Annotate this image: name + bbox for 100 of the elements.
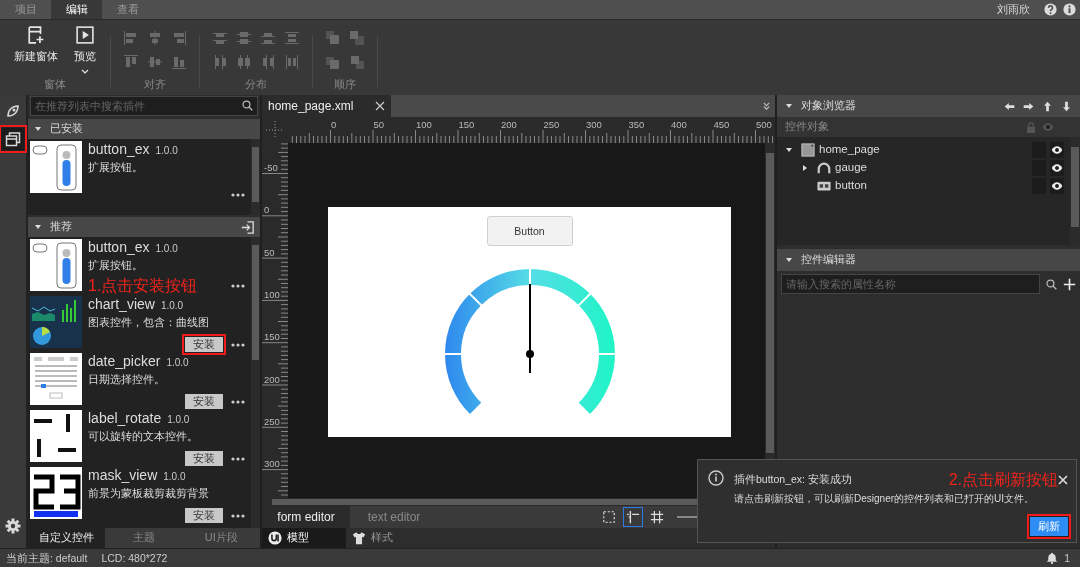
ruler-label: 400 [671, 119, 687, 130]
guides-tool[interactable] [623, 507, 643, 527]
ruler-label: 300 [264, 458, 280, 470]
search-icon[interactable] [242, 100, 253, 111]
plugin-description: 图表控件，包含：曲线图 [88, 316, 210, 330]
plugin-version: 1.0.0 [163, 471, 186, 483]
new-window-icon [27, 26, 45, 44]
section-title: 推荐 [50, 220, 72, 234]
more-icon[interactable] [231, 284, 245, 288]
tree-label[interactable]: gauge [835, 161, 867, 175]
thermometer-thumbnail [30, 141, 82, 193]
arrow-down-icon[interactable] [1061, 100, 1072, 112]
help-icon[interactable] [1044, 3, 1057, 16]
import-icon[interactable] [241, 220, 254, 234]
section-header[interactable]: 推荐 [28, 217, 260, 237]
button-icon [817, 179, 831, 193]
plugin-description: 扩展按钮。 [88, 161, 144, 175]
ruler-label: 200 [264, 373, 280, 385]
expand-icon[interactable] [801, 164, 809, 172]
add-button[interactable] [1063, 277, 1076, 291]
callout-text: 1.点击安装按钮 [88, 277, 198, 295]
more-icon[interactable] [231, 513, 245, 518]
more-icon[interactable] [231, 193, 245, 197]
more-icon[interactable] [231, 399, 245, 404]
visibility-toggle[interactable] [1050, 142, 1064, 158]
group-label: 顺序 [334, 78, 356, 93]
chevron-icon[interactable] [762, 101, 771, 111]
visibility-toggle[interactable] [1050, 178, 1064, 194]
tree-label[interactable]: button [835, 179, 867, 193]
close-icon[interactable] [375, 101, 386, 111]
eye-icon [1051, 144, 1063, 156]
calendar-thumbnail [30, 353, 82, 405]
widgets-icon [5, 131, 21, 147]
expand-icon[interactable] [34, 223, 42, 231]
search-icon[interactable] [1046, 278, 1057, 290]
editor-tab[interactable]: form editor [262, 506, 350, 528]
settings-icon [5, 518, 21, 534]
install-button[interactable]: 安装 [185, 508, 223, 523]
ruler-label: 0 [331, 119, 337, 130]
rotated-text-thumbnail [30, 410, 82, 462]
ruler-label: 150 [458, 119, 475, 130]
guides-icon [626, 510, 640, 524]
plugin-description: 扩展按钮。 [88, 259, 144, 273]
model-icon [268, 531, 282, 545]
close-icon[interactable] [1058, 474, 1068, 485]
preview-button[interactable]: 预览 [72, 26, 98, 74]
plugin-name: chart_view [88, 296, 155, 313]
visibility-toggle[interactable] [1050, 160, 1064, 176]
thermometer-thumbnail [30, 239, 82, 291]
new-window-button[interactable]: 新建窗体 [12, 26, 60, 74]
ruler-label: 450 [713, 119, 730, 130]
tree-label[interactable]: home_page [819, 143, 880, 157]
more-icon[interactable] [231, 456, 245, 461]
grid-icon [650, 510, 664, 524]
style-icon [352, 531, 366, 545]
install-button[interactable]: 安装 [185, 394, 223, 409]
ruler-label: 100 [416, 119, 432, 130]
preview-button[interactable]: Button [486, 216, 573, 246]
expand-icon[interactable] [34, 125, 42, 133]
user-name: 刘雨欣 [997, 2, 1030, 17]
expand-icon[interactable] [785, 146, 793, 154]
ruler-label: -50 [264, 162, 278, 173]
panel-tab[interactable]: 自定义控件 [28, 528, 106, 548]
plugin-version: 1.0.0 [155, 243, 178, 255]
crosshair-icon [266, 121, 284, 139]
plugin-name: label_rotate [88, 410, 162, 427]
file-tab[interactable]: home_page.xml [262, 95, 392, 117]
view-tab[interactable]: 样式 [346, 528, 430, 548]
ruler-label: 500 [756, 119, 772, 130]
arrow-left-icon[interactable] [1004, 100, 1015, 112]
widgets-tab[interactable] [2, 128, 24, 150]
menu-tab[interactable]: 编辑 [51, 0, 102, 19]
ruler-label: 200 [501, 119, 517, 130]
group-label: 分布 [245, 78, 267, 93]
group-label: 窗体 [44, 78, 66, 93]
notification-message: 请点击刷新按钮，可以刷新Designer的控件列表和已打开的UI文件。 [734, 493, 1036, 506]
ruler-label: 250 [543, 119, 560, 130]
eye-icon [1042, 121, 1054, 133]
bell-icon[interactable] [1046, 552, 1059, 564]
panel-title: 对象浏览器 [801, 99, 856, 113]
plugin-name: button_ex [88, 239, 150, 256]
install-button[interactable]: 安装 [185, 451, 223, 466]
arrow-up-icon[interactable] [1042, 100, 1053, 112]
plus-icon [1063, 277, 1076, 291]
marquee-icon [602, 510, 616, 524]
group-label: 对齐 [144, 78, 166, 93]
info-icon[interactable] [1063, 3, 1076, 16]
search-field[interactable]: 在推荐列表中搜索插件 [30, 96, 258, 116]
lock-icon [1026, 121, 1036, 133]
more-icon[interactable] [231, 342, 245, 347]
view-tab[interactable]: 模型 [262, 528, 346, 548]
section-header[interactable]: 已安装 [28, 119, 260, 139]
ruler-label: 50 [373, 119, 385, 130]
arrow-right-icon[interactable] [1023, 100, 1034, 112]
install-button[interactable]: 安装 [185, 337, 223, 352]
chart-thumbnail [30, 296, 82, 348]
expand-icon[interactable] [785, 256, 793, 264]
notification-title: 插件button_ex: 安装成功 [734, 473, 852, 486]
expand-icon[interactable] [785, 102, 793, 110]
plugin-version: 1.0.0 [155, 145, 178, 157]
